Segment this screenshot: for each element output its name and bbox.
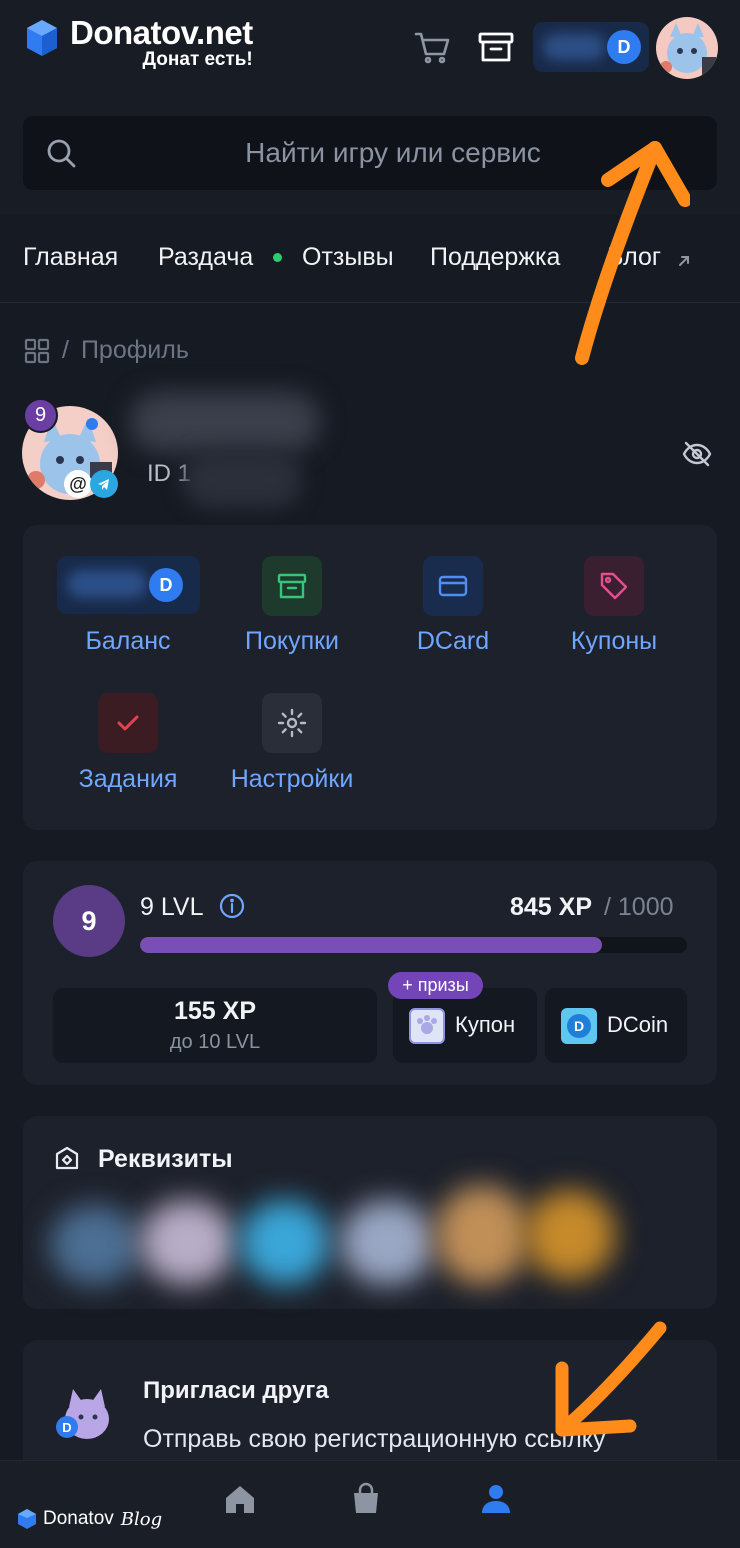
tasks-label[interactable]: Задания [62,765,194,794]
credit-card-icon [438,575,468,597]
balance-tile-hidden-amount [67,570,147,598]
xp-progress-fill [140,937,603,953]
dcoin-icon: D [149,568,183,602]
xp-remaining-box: 155 XP до 10 LVL [53,988,377,1063]
home-icon[interactable] [222,1481,258,1517]
profile-name-hidden [130,392,320,452]
next-level-label: до 10 LVL [169,1031,261,1053]
reward-dcoin-label: DCoin [607,1012,669,1037]
coupons-tile[interactable] [584,556,644,616]
balance-tile[interactable]: D [57,556,200,614]
dcoin-icon: D [607,30,641,64]
at-sign-icon: @ [64,470,92,498]
level-circle: 9 [53,885,125,957]
site-logo[interactable]: Donatov.net Донат есть! [22,16,253,69]
level-label: 9 LVL [140,893,204,921]
search-icon [47,139,76,168]
tasks-tile[interactable] [98,693,158,753]
shopping-bag-icon[interactable] [348,1481,384,1517]
gem-logo-icon [18,1509,36,1529]
coupons-label[interactable]: Купоны [554,627,674,656]
balance-label[interactable]: Баланс [62,627,194,656]
prizes-badge: + призы [388,972,483,999]
blog-word: Blog [120,1508,163,1530]
bottom-nav [0,1460,740,1548]
cart-icon[interactable] [413,28,451,66]
dcoin-reward-icon: D [561,1008,597,1044]
online-dot [273,253,282,262]
gear-icon [277,708,307,738]
xp-progress-bar [140,937,687,953]
header-avatar[interactable] [656,17,718,79]
dcard-label[interactable]: DCard [393,627,513,656]
annotation-arrow-up [575,141,690,365]
telegram-icon [90,470,118,498]
nav-item-support[interactable]: Поддержка [430,243,560,272]
nav-item-home[interactable]: Главная [23,243,118,272]
wallet-shield-icon [55,1146,79,1170]
cat-mascot-icon: D [56,1389,109,1439]
purchases-tile[interactable] [262,556,322,616]
brand-name: Donatov.net [70,14,253,51]
breadcrumb: / Профиль [24,336,189,365]
svg-text:D: D [62,1420,71,1435]
eye-off-icon[interactable] [681,438,713,470]
brand-tagline: Донат есть! [142,49,253,70]
profile-id-hidden [182,452,302,508]
breadcrumb-separator: / [62,336,69,364]
nav-item-reviews[interactable]: Отзывы [302,243,394,272]
xp-max: / 1000 [604,893,674,921]
gem-logo-icon [27,20,57,56]
invite-text: Отправь свою регистрационную ссылку [143,1425,606,1453]
tag-icon [600,572,628,600]
settings-tile[interactable] [262,693,322,753]
coupon-reward-icon [409,1008,445,1044]
xp-remaining: 155 XP [173,997,256,1025]
xp-current: 845 XP [510,893,593,921]
header-balance-button[interactable]: D [533,22,649,72]
blog-watermark: Donatov Blog [16,1508,162,1530]
profile-icon[interactable] [478,1481,514,1517]
breadcrumb-current: Профиль [80,336,189,364]
reward-coupon-label: Купон [455,1012,516,1037]
settings-label[interactable]: Настройки [215,765,369,794]
purchases-label[interactable]: Покупки [222,627,362,656]
invite-title: Пригласи друга [143,1377,329,1404]
annotation-arrow-down [555,1321,667,1437]
blog-brand: Donatov [43,1508,114,1529]
reward-coupon[interactable]: Купон [393,988,537,1063]
info-icon[interactable] [218,892,246,920]
checkmark-icon [117,715,139,731]
nav-item-giveaway[interactable]: Раздача [158,243,253,272]
grid-icon[interactable] [24,338,50,364]
requisites-title: Реквизиты [98,1145,233,1173]
balance-hidden-amount [543,34,605,60]
dcard-tile[interactable] [423,556,483,616]
archive-box-icon [277,573,307,599]
reward-dcoin[interactable]: D DCoin [545,988,687,1063]
archive-box-icon[interactable] [477,28,515,66]
profile-level-badge: 9 [23,398,58,433]
